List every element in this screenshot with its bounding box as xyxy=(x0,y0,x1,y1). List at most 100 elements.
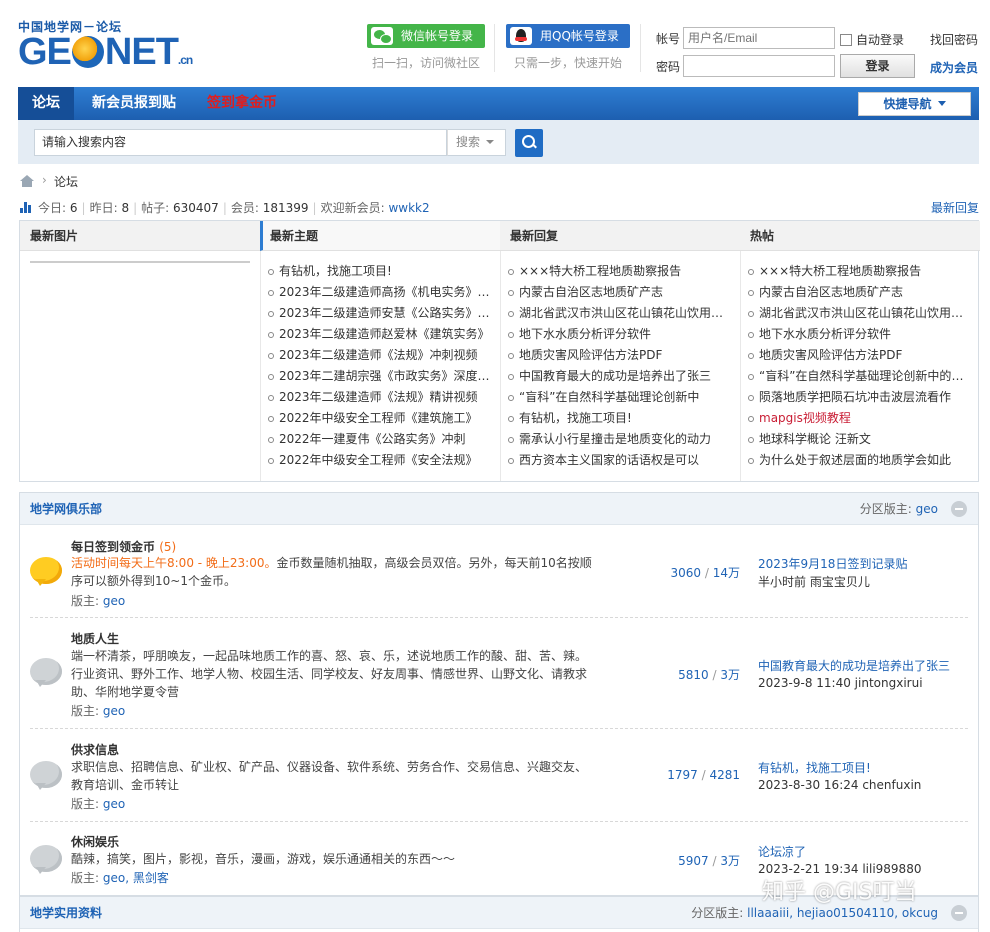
list-item[interactable]: 2022年中级安全工程师《建筑施工》 xyxy=(266,408,494,429)
latest-topics-title[interactable]: 最新主题 xyxy=(260,221,500,251)
list-item[interactable]: 内蒙古自治区志地质矿产志 xyxy=(506,282,734,303)
list-item[interactable]: 2022年中级安全工程师《安全法规》 xyxy=(266,450,494,471)
forum-mod-link[interactable]: geo xyxy=(103,797,125,811)
forum-stats: 今日: 6 | 昨日: 8 | 帖子: 630407 | 会员: 181399 | 欢迎新会员:… xyxy=(20,199,430,216)
wechat-login-button[interactable]: 微信帐号登录 xyxy=(367,24,485,48)
nav-item-checkin[interactable]: 签到拿金币 xyxy=(207,87,277,120)
nav-item-new-member[interactable]: 新会员报到贴 xyxy=(92,87,176,120)
list-item[interactable]: 地球科学概论 汪新文 xyxy=(746,429,974,450)
forum-posts: 3万 xyxy=(720,668,740,682)
list-item[interactable]: 有钻机，找施工项目! xyxy=(506,408,734,429)
latest-reply-link[interactable]: 最新回复 xyxy=(931,199,979,216)
forum-last-post-link[interactable]: 2023年9月18日签到记录贴 xyxy=(758,555,958,572)
collapse-icon[interactable] xyxy=(951,905,967,921)
forum-name[interactable]: 供求信息 xyxy=(71,741,119,758)
forum-name[interactable]: 地质人生 xyxy=(71,630,119,647)
qq-login-label: 用QQ帐号登录 xyxy=(540,29,619,43)
list-item[interactable]: 2023年二级建造师赵爱林《建筑实务》 xyxy=(266,324,494,345)
list-item[interactable]: 陨落地质学把陨石坑冲击波层流看作 xyxy=(746,387,974,408)
forum-description: 端一杯清茶，呼朋唤友，一起品味地质工作的喜、怒、哀、乐，述说地质工作的酸、甜、苦… xyxy=(71,649,588,699)
section-mod-link[interactable]: geo xyxy=(916,502,938,516)
checkbox-icon[interactable] xyxy=(840,34,852,46)
list-item[interactable]: 地质灾害风险评估方法PDF xyxy=(746,345,974,366)
auto-login-checkbox[interactable]: 自动登录 xyxy=(840,31,904,48)
hot-posts-column: 热帖 ×××特大桥工程地质勘察报告 内蒙古自治区志地质矿产志 湖北省武汉市洪山区花山… xyxy=(740,221,980,481)
account-input[interactable] xyxy=(683,27,835,49)
forum-posts: 3万 xyxy=(720,854,740,868)
hot-posts-title[interactable]: 热帖 xyxy=(740,221,980,251)
latest-topics-list: 有钻机，找施工项目! 2023年二级建造师高扬《机电实务》精讲 2023年二级建造师… xyxy=(266,261,494,471)
portal-grid: 最新图片 最新主题 有钻机，找施工项目! 2023年二级建造师高扬《机电实务》精讲… xyxy=(19,220,980,482)
list-item[interactable]: 2023年二级建造师《法规》精讲视频 xyxy=(266,387,494,408)
list-item[interactable]: 湖北省武汉市洪山区花山镇花山饮用水源 xyxy=(746,303,974,324)
bar-chart-icon xyxy=(20,202,33,213)
practical-section-title[interactable]: 地学实用资料 xyxy=(30,897,102,929)
password-input[interactable] xyxy=(683,55,835,77)
list-item[interactable]: “盲科”在自然科学基础理论创新中的作用 xyxy=(746,366,974,387)
latest-replies-title[interactable]: 最新回复 xyxy=(500,221,740,251)
forum-threads: 5907 xyxy=(678,854,709,868)
forum-mod-link[interactable]: geo, 黑剑客 xyxy=(103,871,169,885)
forum-name[interactable]: 休闲娱乐 xyxy=(71,833,119,850)
collapse-icon[interactable] xyxy=(951,501,967,517)
list-item[interactable]: mapgis视频教程 xyxy=(746,408,974,429)
stat-today: 6 xyxy=(69,201,78,215)
forum-last-post-link[interactable]: 论坛凉了 xyxy=(758,843,958,860)
logo-cn: .cn xyxy=(177,53,193,67)
latest-replies-list: ×××特大桥工程地质勘察报告 内蒙古自治区志地质矿产志 湖北省武汉市洪山区花山镇花山… xyxy=(506,261,734,471)
stat-yesterday-label: 昨日: xyxy=(89,201,118,215)
list-item[interactable]: 地下水水质分析评分软件 xyxy=(746,324,974,345)
list-item[interactable]: 地质灾害风险评估方法PDF xyxy=(506,345,734,366)
latest-pictures-title[interactable]: 最新图片 xyxy=(20,221,260,251)
account-label: 帐号 xyxy=(656,32,681,46)
qq-icon xyxy=(510,27,532,45)
breadcrumb-forum[interactable]: 论坛 xyxy=(54,173,78,190)
quick-nav-button[interactable]: 快捷导航 xyxy=(858,92,971,116)
list-item[interactable]: 西方资本主义国家的话语权是可以 xyxy=(506,450,734,471)
forum-mod-link[interactable]: geo xyxy=(103,594,125,608)
register-link[interactable]: 成为会员 xyxy=(930,59,978,76)
nav-item-forum[interactable]: 论坛 xyxy=(18,87,74,120)
forum-new-posts-icon xyxy=(30,557,62,586)
logo-wordmark-post: NET xyxy=(104,31,179,73)
section-mod-label: 分区版主: xyxy=(859,502,912,516)
forum-name[interactable]: 每日签到领金币 (5) xyxy=(71,538,176,555)
home-icon[interactable] xyxy=(20,175,34,187)
stat-members-label: 会员: xyxy=(230,201,259,215)
section-mod-link[interactable]: lllaaaiii, hejiao01504110, okcug xyxy=(747,906,938,920)
list-item[interactable]: 内蒙古自治区志地质矿产志 xyxy=(746,282,974,303)
list-item[interactable]: “盲科”在自然科学基础理论创新中 xyxy=(506,387,734,408)
qq-login-button[interactable]: 用QQ帐号登录 xyxy=(506,24,630,48)
find-password-link[interactable]: 找回密码 xyxy=(930,31,978,48)
globe-icon xyxy=(71,36,104,68)
stat-members: 181399 xyxy=(262,201,309,215)
list-item[interactable]: ×××特大桥工程地质勘察报告 xyxy=(506,261,734,282)
club-section-title[interactable]: 地学网俱乐部 xyxy=(30,493,102,525)
newest-member-link[interactable]: wwkk2 xyxy=(388,201,429,215)
list-item[interactable]: 地下水水质分析评分软件 xyxy=(506,324,734,345)
list-item[interactable]: 2023年二级建造师安慧《公路实务》精讲 xyxy=(266,303,494,324)
forum-stats: 5907 / 3万 xyxy=(678,854,740,868)
list-item[interactable]: 2022年一建夏伟《公路实务》冲刺 xyxy=(266,429,494,450)
list-item[interactable]: 为什么处于叙述层面的地质学会如此 xyxy=(746,450,974,471)
forum-last-post-meta: 2023-8-30 16:24 chenfuxin xyxy=(758,778,922,792)
forum-mod-link[interactable]: geo xyxy=(103,704,125,718)
list-item[interactable]: 中国教育最大的成功是培养出了张三 xyxy=(506,366,734,387)
forum-mods-label: 版主: xyxy=(71,797,100,811)
search-input[interactable]: 请输入搜索内容 xyxy=(34,129,447,156)
search-button[interactable] xyxy=(515,129,543,157)
list-item[interactable]: 有钻机，找施工项目! xyxy=(266,261,494,282)
list-item[interactable]: ×××特大桥工程地质勘察报告 xyxy=(746,261,974,282)
list-item[interactable]: 需承认小行星撞击是地质变化的动力 xyxy=(506,429,734,450)
list-item[interactable]: 2023年二级建造师高扬《机电实务》精讲 xyxy=(266,282,494,303)
list-item[interactable]: 2023年二级建造师《法规》冲刺视频 xyxy=(266,345,494,366)
forum-last-post-link[interactable]: 中国教育最大的成功是培养出了张三 xyxy=(758,657,958,674)
stat-today-label: 今日: xyxy=(38,201,67,215)
login-button[interactable]: 登录 xyxy=(840,54,915,78)
list-item[interactable]: 2023年二建胡宗强《市政实务》深度精讲 xyxy=(266,366,494,387)
forum-last-post-link[interactable]: 有钻机，找施工项目! xyxy=(758,759,958,776)
list-item[interactable]: 湖北省武汉市洪山区花山镇花山饮用水源 xyxy=(506,303,734,324)
site-logo[interactable]: 中国地学网－论坛 GE NET.cn xyxy=(18,18,198,74)
search-type-select[interactable]: 搜索 xyxy=(447,129,506,156)
site-header: 中国地学网－论坛 GE NET.cn 微信帐号登录 扫一扫，访问微社区 用QQ帐号… xyxy=(0,0,990,88)
